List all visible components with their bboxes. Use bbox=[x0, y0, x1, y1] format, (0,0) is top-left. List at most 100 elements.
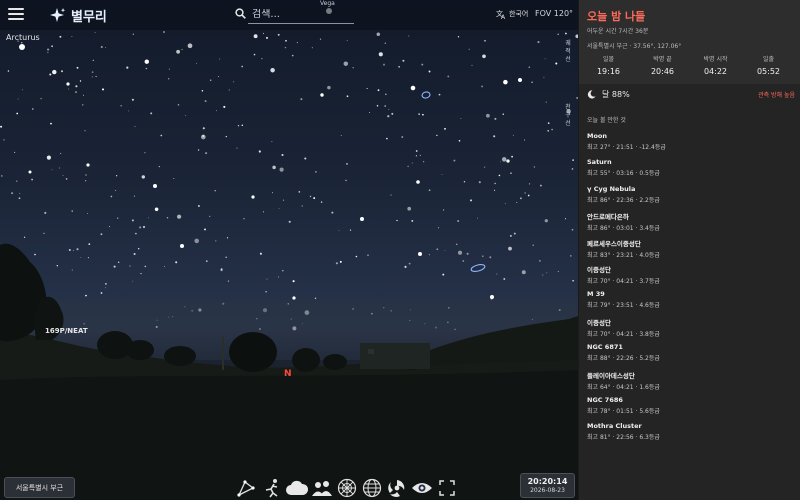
object-detail: 최고 64° · 04:21 · 1.6등급 bbox=[587, 383, 660, 391]
object-name: 페르세우스이중성단 bbox=[587, 239, 641, 248]
fullscreen-icon[interactable] bbox=[436, 477, 458, 499]
moon-phase-row: 달 88% 관측 방해 높음 bbox=[587, 88, 795, 100]
sunset-label: 일몰 bbox=[602, 56, 615, 63]
north-marker: N bbox=[284, 369, 292, 379]
edge-char bbox=[562, 88, 574, 96]
comet-label-169p[interactable]: 169P/NEAT bbox=[45, 327, 88, 335]
tonight-panel: 오늘 밤 나들 어두운 시간 7시간 36분 서울특별시 부근 · 37.56°… bbox=[578, 0, 800, 500]
edge-char: 선 bbox=[565, 56, 571, 63]
visibility-eye-icon[interactable] bbox=[411, 477, 433, 499]
object-detail: 최고 88° · 22:26 · 5.2등급 bbox=[587, 355, 660, 363]
sunset-time: 일몰 19:16 bbox=[581, 54, 636, 76]
object-detail: 최고 86° · 03:01 · 3.4등급 bbox=[587, 225, 660, 233]
app-logo[interactable]: 별무리 bbox=[50, 5, 107, 25]
object-detail: 최고 79° · 23:51 · 4.6등급 bbox=[587, 302, 660, 310]
edge-char: 궤 bbox=[565, 40, 571, 47]
svg-text:A: A bbox=[501, 14, 506, 19]
crescent-moon-icon bbox=[587, 89, 596, 99]
top-bar: 별무리 文 A 한국어 FOV 120° bbox=[0, 0, 578, 30]
object-detail: 최고 27° · 21:51 · -12.4등급 bbox=[587, 144, 666, 151]
object-list-item[interactable]: 이중성단최고 70° · 04:21 · 3.7등급 bbox=[587, 264, 793, 290]
language-selector[interactable]: 文 A 한국어 bbox=[496, 9, 528, 19]
object-name: M 39 bbox=[587, 290, 605, 299]
language-label: 한국어 bbox=[509, 10, 529, 18]
object-detail: 최고 70° · 04:21 · 3.7등급 bbox=[587, 277, 660, 285]
edge-char bbox=[562, 64, 574, 72]
edge-char bbox=[562, 72, 574, 80]
twilight-end-value: 20:46 bbox=[650, 67, 675, 76]
object-name: 플레이아데스성단 bbox=[587, 371, 635, 380]
edge-char: 구 bbox=[565, 112, 571, 119]
app-name: 별무리 bbox=[71, 9, 107, 25]
objects-list: Moon 최고 27° · 21:51 · -12.4등급 Saturn 최고 55°… bbox=[587, 132, 793, 449]
object-name: Moon bbox=[587, 132, 608, 140]
twilight-start-time: 박명 시작 04:22 bbox=[688, 54, 743, 76]
sunrise-time: 일출 05:52 bbox=[741, 54, 796, 76]
azimuthal-grid-icon[interactable] bbox=[336, 477, 358, 499]
observation-tips-link[interactable]: 관측 방해 높음 bbox=[758, 90, 795, 99]
object-detail: 최고 55° · 03:16 · 0.5등급 bbox=[587, 170, 660, 178]
location-button[interactable]: 서울특별시 부근 bbox=[4, 477, 75, 498]
twilight-end-label: 박명 끝 bbox=[653, 56, 672, 63]
landscape-icon[interactable] bbox=[311, 477, 333, 499]
twilight-start-value: 04:22 bbox=[703, 67, 728, 76]
edge-char: 선 bbox=[565, 120, 571, 127]
search-icon[interactable] bbox=[235, 8, 246, 19]
edge-char: 적 bbox=[565, 48, 571, 55]
constellation-art-icon[interactable] bbox=[261, 477, 283, 499]
object-list-item[interactable]: 안드로메다은하최고 86° · 03:01 · 3.4등급 bbox=[587, 211, 793, 237]
panel-title: 오늘 밤 나들 bbox=[587, 10, 646, 23]
search-box bbox=[248, 5, 354, 24]
object-name: NGC 6871 bbox=[587, 343, 623, 352]
dark-duration: 어두운 시간 7시간 36분 bbox=[587, 28, 649, 35]
object-detail: 최고 86° · 22:36 · 2.2등급 bbox=[587, 196, 660, 204]
clock-time: 20:20:14 bbox=[527, 477, 568, 486]
object-detail: 최고 81° · 22:56 · 6.3등급 bbox=[587, 434, 660, 442]
object-name: 이중성단 bbox=[587, 265, 611, 274]
objects-header: 오늘 볼 만한 것 bbox=[587, 117, 626, 124]
object-name: γ Cyg Nebula bbox=[587, 184, 636, 193]
sunrise-label: 일출 bbox=[762, 56, 775, 63]
constellation-lines-icon[interactable] bbox=[236, 477, 258, 499]
star-label-vega[interactable]: Vega bbox=[320, 0, 335, 7]
sky-view[interactable]: 별무리 文 A 한국어 FOV 120° Arcturus Vega 169P/… bbox=[0, 0, 578, 500]
object-list-item[interactable]: 플레이아데스성단최고 64° · 04:21 · 1.6등급 bbox=[587, 370, 793, 396]
view-toolbar bbox=[236, 476, 458, 500]
sparkle-icon bbox=[50, 8, 66, 22]
object-list-item[interactable]: M 39 최고 79° · 23:51 · 4.6등급 bbox=[587, 290, 793, 316]
object-name: 이중성단 bbox=[587, 318, 611, 327]
twilight-end-time: 박명 끝 20:46 bbox=[635, 54, 690, 76]
object-name: 안드로메다은하 bbox=[587, 213, 629, 222]
location-coords: 서울특별시 부근 · 37.56°, 127.06° bbox=[587, 43, 682, 50]
atmosphere-icon[interactable] bbox=[286, 477, 308, 499]
sunrise-value: 05:52 bbox=[756, 67, 781, 76]
twilight-start-label: 박명 시작 bbox=[703, 56, 728, 63]
clock-date: 2026-08-23 bbox=[530, 487, 565, 494]
object-list-item[interactable]: Moon 최고 27° · 21:51 · -12.4등급 bbox=[587, 132, 793, 158]
object-name: Mothra Cluster bbox=[587, 422, 642, 431]
hamburger-icon[interactable] bbox=[8, 8, 24, 22]
equatorial-grid-icon[interactable] bbox=[361, 477, 383, 499]
edge-char bbox=[562, 96, 574, 104]
sky-edge-labels: 궤적선천구선 bbox=[562, 40, 574, 128]
object-detail: 최고 83° · 23:21 · 4.0등급 bbox=[587, 251, 660, 259]
sunset-value: 19:16 bbox=[596, 67, 621, 76]
object-name: NGC 7686 bbox=[587, 395, 623, 404]
deep-sky-icon[interactable] bbox=[386, 477, 408, 499]
object-list-item[interactable]: Saturn 최고 55° · 03:16 · 0.5등급 bbox=[587, 158, 793, 184]
translate-icon: 文 A bbox=[496, 9, 506, 19]
fov-readout: FOV 120° bbox=[535, 9, 574, 18]
object-list-item[interactable]: Mothra Cluster 최고 81° · 22:56 · 6.3등급 bbox=[587, 422, 793, 448]
object-list-item[interactable]: NGC 6871 최고 88° · 22:26 · 5.2등급 bbox=[587, 343, 793, 369]
object-list-item[interactable]: γ Cyg Nebula 최고 86° · 22:36 · 2.2등급 bbox=[587, 185, 793, 211]
object-list-item[interactable]: 페르세우스이중성단최고 83° · 23:21 · 4.0등급 bbox=[587, 238, 793, 264]
panel-summary: 오늘 밤 나들 어두운 시간 7시간 36분 서울특별시 부근 · 37.56°… bbox=[579, 0, 800, 84]
landscape-silhouette bbox=[0, 243, 578, 500]
object-list-item[interactable]: 이중성단 최고 70° · 04:21 · 3.8등급 bbox=[587, 317, 793, 343]
star-label-arcturus[interactable]: Arcturus bbox=[6, 33, 40, 42]
time-control[interactable]: 20:20:14 2026-08-23 bbox=[520, 473, 575, 498]
edge-char: 천 bbox=[565, 104, 571, 111]
object-detail: 최고 78° · 01:51 · 5.6등급 bbox=[587, 407, 660, 415]
object-list-item[interactable]: NGC 7686 최고 78° · 01:51 · 5.6등급 bbox=[587, 396, 793, 422]
search-input[interactable] bbox=[248, 8, 347, 20]
